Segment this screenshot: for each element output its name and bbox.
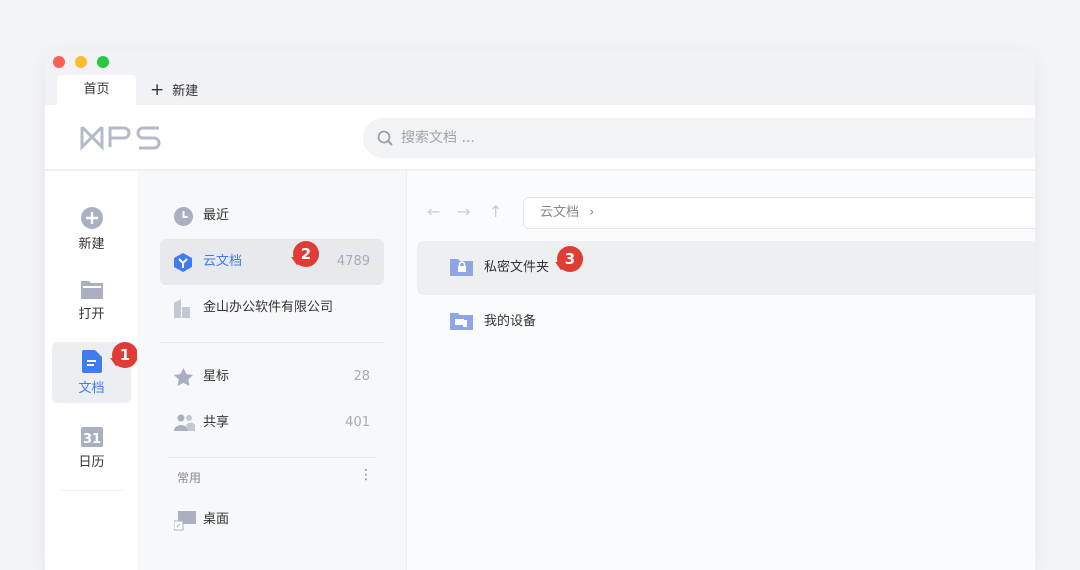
breadcrumb-item[interactable]: 云文档 <box>540 205 579 220</box>
people-icon <box>174 414 195 431</box>
content-area: ← → ↑ 云文档 › 私密文件夹 3 我的设备 <box>407 171 1035 570</box>
breadcrumb[interactable]: 云文档 › <box>523 197 1035 229</box>
panel-item-cloud[interactable]: 云文档 4789 2 <box>160 239 384 285</box>
annotation-badge-1: 1 <box>112 342 138 368</box>
panel-item-company[interactable]: 金山办公软件有限公司 <box>160 285 384 331</box>
left-rail: 新建 打开 文档 31 日历 1 <box>45 171 138 570</box>
svg-text:31: 31 <box>82 432 100 447</box>
search-icon <box>377 130 393 146</box>
rail-item-new[interactable]: 新建 <box>52 199 131 259</box>
label: 星标 <box>203 369 230 384</box>
rail-label: 打开 <box>78 307 105 322</box>
tab-new[interactable]: + 新建 <box>150 75 198 105</box>
file-row[interactable]: 我的设备 <box>417 295 1035 349</box>
plus-circle-icon <box>80 207 103 229</box>
cloud-docs-icon <box>174 253 192 272</box>
count: 28 <box>353 369 370 384</box>
section-common-label: 常用 <box>177 471 202 485</box>
up-button[interactable]: ↑ <box>489 202 502 221</box>
clock-icon <box>174 207 193 226</box>
wps-logo <box>80 125 161 151</box>
label: 云文档 <box>203 254 243 269</box>
folder-icon <box>80 281 103 299</box>
count: 401 <box>345 415 370 430</box>
building-icon <box>174 299 190 318</box>
label: 桌面 <box>203 512 230 527</box>
rail-item-open[interactable]: 打开 <box>52 271 131 331</box>
divider <box>160 342 384 343</box>
divider <box>167 457 377 458</box>
rail-label: 文档 <box>78 381 105 396</box>
close-window-button[interactable] <box>53 56 65 68</box>
forward-button[interactable]: → <box>457 202 470 221</box>
nav-panel: 最近 云文档 4789 2 金山办公软件有限公司 星标 28 共享 401 常用 ⋮ … <box>137 171 407 570</box>
panel-item-star[interactable]: 星标 28 <box>160 354 384 400</box>
desktop-shortcut-icon <box>174 511 196 531</box>
calendar-icon: 31 <box>80 427 103 447</box>
rail-item-calendar[interactable]: 31 日历 <box>52 419 131 479</box>
panel-item-recent[interactable]: 最近 <box>160 193 384 239</box>
tab-new-label: 新建 <box>172 84 199 99</box>
annotation-badge-3: 3 <box>557 246 583 272</box>
search-placeholder: 搜索文档 ... <box>401 130 475 146</box>
divider <box>60 490 124 491</box>
app-window: 首页 + 新建 搜索文档 ... 新建 打开 文档 31 日历 1 最近 云文档 4… <box>45 50 1035 570</box>
star-icon <box>174 368 193 386</box>
annotation-badge-2: 2 <box>293 241 319 267</box>
count: 4789 <box>336 254 370 269</box>
file-name: 我的设备 <box>484 314 537 329</box>
lock-folder-icon <box>450 259 473 276</box>
file-name: 私密文件夹 <box>484 260 550 275</box>
file-row[interactable]: 私密文件夹 3 <box>417 241 1035 295</box>
document-icon <box>81 350 102 373</box>
tab-home[interactable]: 首页 <box>57 75 136 105</box>
search-input[interactable]: 搜索文档 ... <box>363 118 1035 158</box>
more-options-button[interactable]: ⋮ <box>359 467 373 483</box>
plus-icon: + <box>150 80 165 100</box>
rail-label: 日历 <box>78 455 105 470</box>
minimize-window-button[interactable] <box>75 56 87 68</box>
chevron-right-icon: › <box>589 205 595 220</box>
panel-item-share[interactable]: 共享 401 <box>160 400 384 446</box>
label: 最近 <box>203 208 230 223</box>
label: 共享 <box>203 415 230 430</box>
rail-label: 新建 <box>78 237 105 252</box>
header: 搜索文档 ... <box>45 105 1035 170</box>
panel-item-desktop[interactable]: 桌面 <box>160 497 384 543</box>
back-button[interactable]: ← <box>427 202 440 221</box>
maximize-window-button[interactable] <box>97 56 109 68</box>
device-folder-icon <box>450 313 473 330</box>
label: 金山办公软件有限公司 <box>203 300 334 315</box>
